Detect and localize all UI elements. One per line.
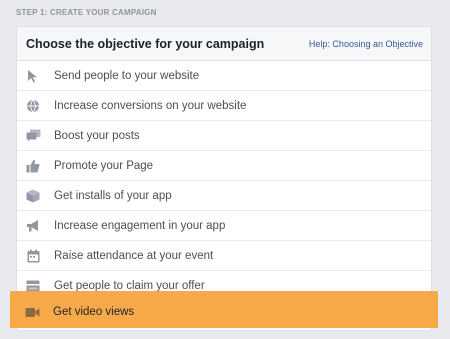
- panel-title: Choose the objective for your campaign: [26, 36, 265, 51]
- calendar-icon: [25, 248, 41, 264]
- objective-label: Increase conversions on your website: [54, 99, 247, 112]
- objective-app-installs[interactable]: Get installs of your app: [17, 181, 431, 211]
- help-link[interactable]: Help: Choosing an Objective: [309, 39, 423, 49]
- objective-label: Get installs of your app: [54, 189, 172, 202]
- objective-label: Promote your Page: [54, 159, 154, 172]
- objective-boost-posts[interactable]: Boost your posts: [17, 121, 431, 151]
- objective-website-conversions[interactable]: Increase conversions on your website: [17, 91, 431, 121]
- objective-label: Send people to your website: [54, 69, 200, 82]
- cursor-icon: [25, 68, 41, 84]
- step-label: STEP 1: CREATE YOUR CAMPAIGN: [16, 8, 157, 17]
- panel-header: Choose the objective for your campaign H…: [17, 27, 431, 61]
- objective-promote-page[interactable]: Promote your Page: [17, 151, 431, 181]
- megaphone-icon: [25, 218, 41, 234]
- box-icon: [25, 188, 41, 204]
- objective-app-engagement[interactable]: Increase engagement in your app: [17, 211, 431, 241]
- objective-event-responses[interactable]: Raise attendance at your event: [17, 241, 431, 271]
- objective-label: Raise attendance at your event: [54, 249, 214, 262]
- objective-video-views[interactable]: Get video views: [17, 299, 134, 325]
- objective-panel: Choose the objective for your campaign H…: [16, 26, 432, 331]
- objective-label: Get people to claim your offer: [54, 280, 205, 292]
- objective-website-clicks[interactable]: Send people to your website: [17, 61, 431, 91]
- objective-offer-claims[interactable]: Get people to claim your offer: [17, 271, 431, 301]
- objective-list: Send people to your website Increase con…: [17, 61, 431, 301]
- chat-bubbles-icon: [25, 128, 41, 144]
- objective-label: Increase engagement in your app: [54, 219, 226, 232]
- objective-label: Get video views: [53, 306, 135, 318]
- objective-label: Boost your posts: [54, 129, 140, 142]
- thumbs-up-icon: [25, 158, 41, 174]
- offer-tag-icon: [25, 278, 41, 294]
- video-camera-icon: [24, 304, 40, 320]
- globe-icon: [25, 98, 41, 114]
